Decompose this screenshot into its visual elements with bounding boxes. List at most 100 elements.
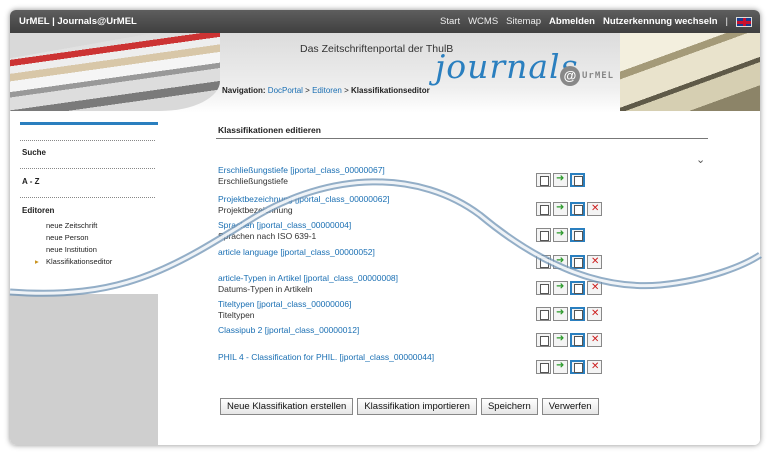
- edit-icon[interactable]: [570, 360, 585, 374]
- classification-actions: [536, 228, 585, 242]
- magazines-image-left: [10, 33, 220, 111]
- sidebar-sub-neue-institution[interactable]: neue Institution: [46, 245, 97, 254]
- export-arrow-icon[interactable]: [553, 255, 568, 269]
- nav-sitemap[interactable]: Sitemap: [506, 16, 541, 27]
- sidebar-sub-neue-zeitschrift[interactable]: neue Zeitschrift: [46, 221, 97, 230]
- breadcrumb: Navigation: DocPortal > Editoren > Klass…: [222, 86, 430, 95]
- view-document-icon[interactable]: [536, 360, 551, 374]
- nav-start[interactable]: Start: [440, 16, 460, 27]
- sidebar: Suche A - Z Editoren neue Zeitschrift ne…: [10, 130, 158, 445]
- classification-actions: [536, 255, 602, 269]
- view-document-icon[interactable]: [536, 255, 551, 269]
- action-buttons: Neue Klassifikation erstellen Klassifika…: [220, 398, 599, 415]
- edit-icon[interactable]: [570, 281, 585, 295]
- nav-wcms[interactable]: WCMS: [468, 16, 498, 27]
- breadcrumb-docportal[interactable]: DocPortal: [268, 86, 303, 95]
- classification-actions: [536, 360, 602, 374]
- export-arrow-icon[interactable]: [553, 360, 568, 374]
- classification-row: article language [jportal_class_00000052…: [218, 247, 698, 273]
- view-document-icon[interactable]: [536, 281, 551, 295]
- sidebar-item-suche[interactable]: Suche: [22, 148, 46, 157]
- classification-link[interactable]: Sprachen [jportal_class_00000004]: [218, 220, 351, 230]
- sidebar-item-a-z[interactable]: A - Z: [22, 177, 39, 186]
- classification-actions: [536, 333, 602, 347]
- portal-title: Das Zeitschriftenportal der ThulB: [300, 43, 454, 55]
- classification-description: Erschließungstiefe: [218, 176, 288, 186]
- export-arrow-icon[interactable]: [553, 173, 568, 187]
- page-title: Klassifikationen editieren: [218, 125, 321, 135]
- breadcrumb-separator: >: [305, 86, 310, 95]
- delete-icon[interactable]: [587, 307, 602, 321]
- create-classification-button[interactable]: Neue Klassifikation erstellen: [220, 398, 354, 415]
- uk-flag-icon[interactable]: [736, 16, 752, 27]
- classification-link[interactable]: Erschließungstiefe [jportal_class_000000…: [218, 165, 385, 175]
- magazines-image-right: [620, 33, 760, 111]
- discard-button[interactable]: Verwerfen: [541, 398, 599, 415]
- nav-logout[interactable]: Abmelden: [549, 16, 595, 27]
- export-arrow-icon[interactable]: [553, 202, 568, 216]
- sidebar-sub-klassifikationseditor[interactable]: Klassifikationseditor: [35, 257, 112, 266]
- classification-link[interactable]: Classipub 2 [jportal_class_00000012]: [218, 325, 359, 335]
- classification-link[interactable]: Titeltypen [jportal_class_00000006]: [218, 299, 351, 309]
- delete-icon[interactable]: [587, 333, 602, 347]
- classification-link[interactable]: article-Typen in Artikel [jportal_class_…: [218, 273, 398, 283]
- view-document-icon[interactable]: [536, 202, 551, 216]
- classification-description: Sprachen nach ISO 639-1: [218, 231, 317, 241]
- sidebar-accent-bar: [20, 122, 158, 125]
- classification-link[interactable]: Projektbezeichnung [jportal_class_000000…: [218, 194, 390, 204]
- browser-frame: UrMEL | Journals@UrMEL Start WCMS Sitema…: [10, 10, 760, 445]
- sidebar-divider: [20, 197, 155, 198]
- sidebar-sub-neue-person[interactable]: neue Person: [46, 233, 89, 242]
- sidebar-divider: [20, 168, 155, 169]
- edit-icon[interactable]: [570, 333, 585, 347]
- breadcrumb-editoren[interactable]: Editoren: [312, 86, 342, 95]
- view-document-icon[interactable]: [536, 307, 551, 321]
- classification-row: Titeltypen [jportal_class_00000006] Titel…: [218, 299, 698, 325]
- save-button[interactable]: Speichern: [480, 398, 538, 415]
- delete-icon[interactable]: [587, 281, 602, 295]
- classification-row: Erschließungstiefe [jportal_class_000000…: [218, 165, 698, 191]
- classification-description: Datums-Typen in Artikeln: [218, 284, 313, 294]
- export-arrow-icon[interactable]: [553, 228, 568, 242]
- delete-icon[interactable]: [587, 255, 602, 269]
- at-sign-icon: @: [560, 66, 580, 86]
- site-brand: UrMEL | Journals@UrMEL: [19, 16, 137, 27]
- breadcrumb-label: Navigation:: [222, 86, 266, 95]
- edit-icon[interactable]: [570, 202, 585, 216]
- view-document-icon[interactable]: [536, 173, 551, 187]
- main-content: Klassifikationen editieren ⌄ Erschließun…: [158, 113, 760, 445]
- classification-link[interactable]: article language [jportal_class_00000052…: [218, 247, 375, 257]
- classification-row: Classipub 2 [jportal_class_00000012]: [218, 325, 698, 351]
- classification-actions: [536, 281, 602, 295]
- export-arrow-icon[interactable]: [553, 281, 568, 295]
- top-bar: UrMEL | Journals@UrMEL Start WCMS Sitema…: [10, 10, 760, 33]
- export-arrow-icon[interactable]: [553, 333, 568, 347]
- edit-icon[interactable]: [570, 228, 585, 242]
- edit-icon[interactable]: [570, 307, 585, 321]
- journals-logo[interactable]: journals: [435, 47, 579, 86]
- export-arrow-icon[interactable]: [553, 307, 568, 321]
- nav-separator: |: [725, 16, 728, 27]
- breadcrumb-separator: >: [344, 86, 349, 95]
- classification-row: PHIL 4 - Classification for PHIL. [jport…: [218, 352, 698, 378]
- classification-actions: [536, 307, 602, 321]
- view-document-icon[interactable]: [536, 333, 551, 347]
- delete-icon[interactable]: [587, 360, 602, 374]
- classification-row: Projektbezeichnung [jportal_class_000000…: [218, 194, 698, 220]
- sidebar-item-editoren[interactable]: Editoren: [22, 206, 54, 215]
- delete-icon[interactable]: [587, 202, 602, 216]
- sidebar-divider: [20, 140, 155, 141]
- view-document-icon[interactable]: [536, 228, 551, 242]
- classification-actions: [536, 173, 585, 187]
- urmel-logo: @ UrMEL: [560, 66, 614, 86]
- classification-row: Sprachen [jportal_class_00000004] Sprache…: [218, 220, 698, 246]
- import-classification-button[interactable]: Klassifikation importieren: [357, 398, 477, 415]
- edit-icon[interactable]: [570, 255, 585, 269]
- classification-description: Projektbezeichnung: [218, 205, 293, 215]
- classification-link[interactable]: PHIL 4 - Classification for PHIL. [jport…: [218, 352, 434, 362]
- edit-icon[interactable]: [570, 173, 585, 187]
- top-nav: Start WCMS Sitemap Abmelden Nutzerkennun…: [440, 16, 752, 27]
- nav-switch-user[interactable]: Nutzerkennung wechseln: [603, 16, 718, 27]
- breadcrumb-current: Klassifikationseditor: [351, 86, 430, 95]
- title-divider: [216, 138, 708, 139]
